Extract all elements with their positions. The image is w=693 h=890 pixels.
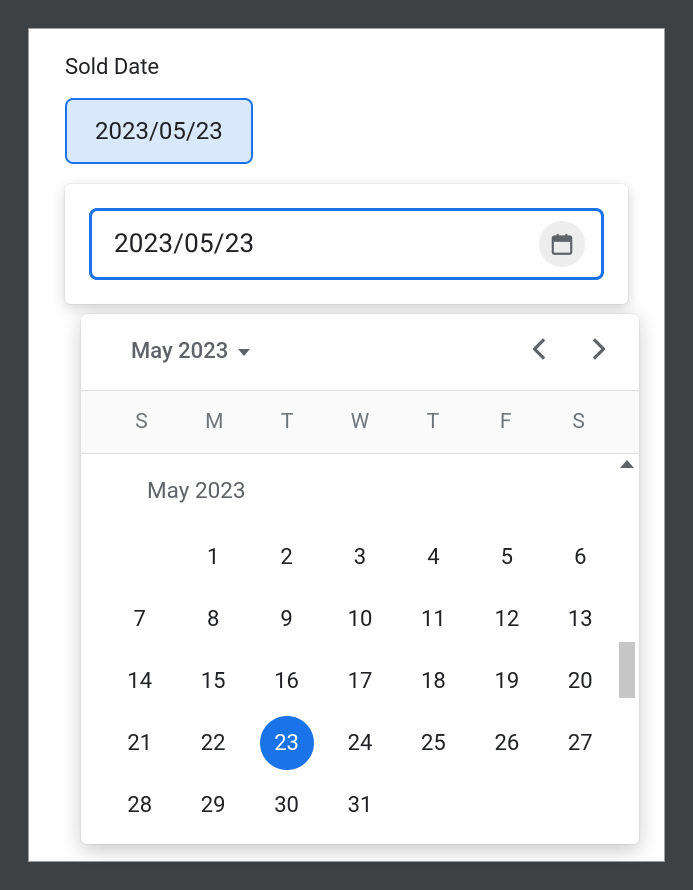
day-cell[interactable]: 6 <box>544 530 617 584</box>
day-cell[interactable]: 20 <box>544 654 617 708</box>
day-cell[interactable]: 14 <box>103 654 176 708</box>
day-cell[interactable]: 24 <box>323 716 396 770</box>
day: 24 <box>333 716 387 770</box>
day-cell[interactable]: 16 <box>250 654 323 708</box>
weekday-label: T <box>396 410 469 434</box>
scroll-up-arrow-icon <box>620 460 634 468</box>
month-year-label: May 2023 <box>131 339 228 364</box>
day-cell[interactable]: 10 <box>323 592 396 646</box>
day-cell[interactable]: 2 <box>250 530 323 584</box>
day: 30 <box>260 778 314 832</box>
form-panel: Sold Date 2023/05/23 2023/05/23 May 2023 <box>28 28 665 862</box>
day-cell[interactable]: 15 <box>176 654 249 708</box>
day-cell[interactable]: 11 <box>397 592 470 646</box>
day: 10 <box>333 592 387 646</box>
field-label: Sold Date <box>65 55 628 80</box>
day: 20 <box>553 654 607 708</box>
day-cell[interactable]: 23 <box>250 716 323 770</box>
scrollbar[interactable] <box>617 456 637 844</box>
day: 14 <box>113 654 167 708</box>
calendar-body: May 2023 1234567891011121314151617181920… <box>81 454 639 844</box>
calendar-icon-button[interactable] <box>539 221 585 267</box>
day-cell[interactable]: 31 <box>323 778 396 832</box>
day: 7 <box>113 592 167 646</box>
day-cell[interactable]: 29 <box>176 778 249 832</box>
day-cell[interactable]: 5 <box>470 530 543 584</box>
day-cell[interactable]: 13 <box>544 592 617 646</box>
calendar-header: May 2023 <box>81 314 639 390</box>
day-cell[interactable]: 9 <box>250 592 323 646</box>
day-cell[interactable]: 27 <box>544 716 617 770</box>
day: 31 <box>333 778 387 832</box>
day-cell[interactable]: 25 <box>397 716 470 770</box>
day-cell[interactable]: 7 <box>103 592 176 646</box>
day-cell[interactable]: 21 <box>103 716 176 770</box>
chevron-left-icon <box>533 338 547 360</box>
day: 5 <box>480 530 534 584</box>
day: 12 <box>480 592 534 646</box>
calendar-icon <box>549 231 575 257</box>
calendar-popup: May 2023 SMTWTFS May 2023 1234567891 <box>81 314 639 844</box>
weekday-row: SMTWTFS <box>81 390 639 454</box>
month-year-selector[interactable]: May 2023 <box>131 339 250 364</box>
day: 15 <box>186 654 240 708</box>
weekday-label: W <box>324 410 397 434</box>
weekday-label: T <box>251 410 324 434</box>
day: 28 <box>113 778 167 832</box>
day-cell[interactable]: 4 <box>397 530 470 584</box>
day-cell[interactable]: 12 <box>470 592 543 646</box>
weekday-label: F <box>469 410 542 434</box>
sold-date-chip[interactable]: 2023/05/23 <box>65 98 253 164</box>
prev-month-button[interactable] <box>533 338 547 364</box>
day: 19 <box>480 654 534 708</box>
day: 21 <box>113 716 167 770</box>
day-cell[interactable]: 30 <box>250 778 323 832</box>
day-cell[interactable]: 28 <box>103 778 176 832</box>
weekday-label: S <box>542 410 615 434</box>
date-input-card: 2023/05/23 <box>65 184 628 304</box>
day: 16 <box>260 654 314 708</box>
day-cell[interactable]: 1 <box>176 530 249 584</box>
month-title: May 2023 <box>103 478 617 504</box>
selected-day: 23 <box>260 716 314 770</box>
day-cell[interactable]: 8 <box>176 592 249 646</box>
next-month-button[interactable] <box>591 338 605 364</box>
dropdown-triangle-icon <box>238 349 250 356</box>
chevron-right-icon <box>591 338 605 360</box>
day: 1 <box>186 530 240 584</box>
days-grid: 1234567891011121314151617181920212223242… <box>103 530 617 832</box>
weekday-label: S <box>105 410 178 434</box>
day: 13 <box>553 592 607 646</box>
day: 27 <box>553 716 607 770</box>
day: 9 <box>260 592 314 646</box>
day: 11 <box>406 592 460 646</box>
scroll-thumb[interactable] <box>619 642 635 698</box>
day: 2 <box>260 530 314 584</box>
day: 17 <box>333 654 387 708</box>
day-cell[interactable]: 19 <box>470 654 543 708</box>
day: 18 <box>406 654 460 708</box>
weekday-label: M <box>178 410 251 434</box>
day-cell[interactable]: 17 <box>323 654 396 708</box>
day-cell[interactable]: 22 <box>176 716 249 770</box>
day-cell[interactable]: 18 <box>397 654 470 708</box>
date-input-value: 2023/05/23 <box>114 229 254 259</box>
day-cell[interactable]: 26 <box>470 716 543 770</box>
day: 25 <box>406 716 460 770</box>
day: 8 <box>186 592 240 646</box>
day: 29 <box>186 778 240 832</box>
day-cell[interactable]: 3 <box>323 530 396 584</box>
empty-day-cell <box>103 530 176 584</box>
day: 26 <box>480 716 534 770</box>
day: 3 <box>333 530 387 584</box>
day: 22 <box>186 716 240 770</box>
date-input[interactable]: 2023/05/23 <box>89 208 604 280</box>
month-nav <box>533 338 611 364</box>
day: 4 <box>406 530 460 584</box>
day: 6 <box>553 530 607 584</box>
